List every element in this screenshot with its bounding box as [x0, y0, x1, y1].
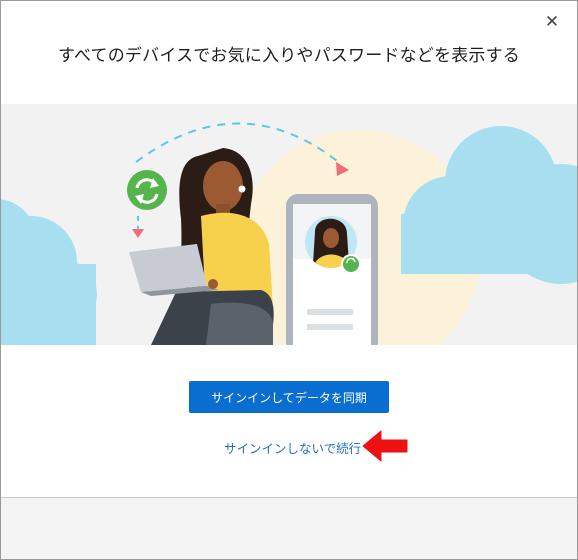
- left-cloud: [1, 199, 97, 345]
- dialog-title: すべてのデバイスでお気に入りやパスワードなどを表示する: [57, 46, 521, 66]
- close-icon[interactable]: ✕: [541, 11, 563, 33]
- illustration-artwork: [1, 122, 577, 345]
- sync-dialog: ✕ すべてのデバイスでお気に入りやパスワードなどを表示する サインインしてデータ…: [0, 0, 578, 560]
- laptop: [129, 244, 207, 292]
- continue-without-sign-in-link[interactable]: サインインしないで続行: [224, 438, 361, 457]
- sync-illustration: [1, 104, 577, 345]
- sign-in-sync-button[interactable]: サインインしてデータを同期: [189, 381, 389, 413]
- sync-icon: [127, 170, 167, 210]
- dialog-footer: [1, 497, 577, 559]
- red-arrow-annotation: [362, 430, 408, 462]
- right-cloud: [401, 126, 577, 284]
